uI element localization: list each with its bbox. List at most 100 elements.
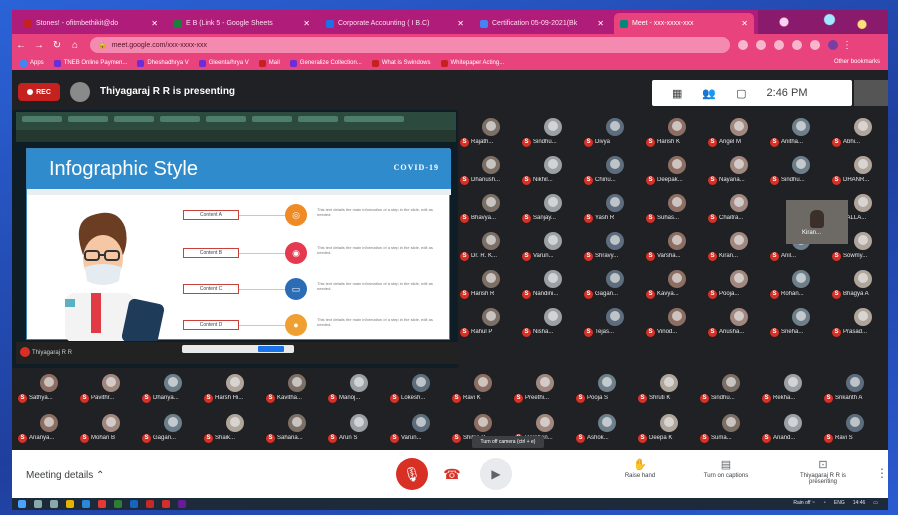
participant-tile[interactable]: S Anitha... (768, 114, 830, 150)
participant-tile[interactable]: S Vinod... (644, 304, 706, 340)
menu-icon[interactable]: ⋮ (838, 40, 856, 51)
participant-tile[interactable]: S Dr. R. K... (458, 228, 520, 264)
participant-tile[interactable]: S Pooja S (574, 370, 636, 406)
participant-tile[interactable]: S Ravi S (822, 410, 884, 446)
extension-icon[interactable] (756, 40, 766, 50)
participant-tile[interactable]: S Nisha... (520, 304, 582, 340)
bookmark-item[interactable]: Dheshadhrya V (137, 59, 189, 67)
tab-sheets[interactable]: E B (Link 5 - Google Sheets ✕ (168, 13, 316, 34)
participant-tile[interactable]: S Tejas... (582, 304, 644, 340)
participant-tile[interactable]: S Srikanth A (822, 370, 884, 406)
participant-tile[interactable]: S Harish K (644, 114, 706, 150)
chrome-icon[interactable] (98, 500, 106, 508)
file-explorer-icon[interactable] (66, 500, 74, 508)
participant-tile[interactable]: S Rahul P (458, 304, 520, 340)
chat-icon[interactable]: ▢ (736, 87, 746, 100)
meeting-details-button[interactable]: Meeting details ⌃ (26, 470, 104, 481)
back-icon[interactable]: ← (12, 40, 30, 51)
participant-tile[interactable]: S Gagan... (140, 410, 202, 446)
participant-tile[interactable]: S Chaitra... (706, 190, 768, 226)
extension-icon[interactable] (792, 40, 802, 50)
participant-tile[interactable]: S Sathya... (16, 370, 78, 406)
participant-tile[interactable]: S Suma... (698, 410, 760, 446)
windows-start-icon[interactable] (18, 500, 26, 508)
leave-call-button[interactable]: ☎ (442, 464, 462, 484)
bookmark-item[interactable]: Mail (258, 59, 280, 67)
participant-tile[interactable]: S DHANR... (830, 152, 888, 188)
participant-tile[interactable]: S Bhagya A (830, 266, 888, 302)
participant-tile[interactable]: S Bhavya... (458, 190, 520, 226)
participant-tile[interactable]: S Angel M (706, 114, 768, 150)
participant-tile[interactable]: S Ananya... (16, 410, 78, 446)
participant-tile[interactable]: S Divya (582, 114, 644, 150)
participant-tile[interactable]: S Rekha... (760, 370, 822, 406)
participant-tile[interactable]: S Anusha... (706, 304, 768, 340)
tab-meet[interactable]: Meet - xxx-xxxx-xxx ✕ (614, 13, 754, 34)
other-bookmarks[interactable]: Other bookmarks (834, 59, 880, 65)
extension-icon[interactable] (810, 40, 820, 50)
bookmark-item[interactable]: Gleenta/hrya V (198, 59, 249, 67)
participant-tile[interactable]: S Nandini... (520, 266, 582, 302)
extension-icon[interactable] (738, 40, 748, 50)
pdf-icon[interactable] (162, 500, 170, 508)
participant-tile[interactable]: S Shravy... (582, 228, 644, 264)
close-icon[interactable]: ✕ (741, 19, 748, 28)
more-options-icon[interactable]: ⋮ (876, 466, 888, 480)
word-icon[interactable] (130, 500, 138, 508)
home-icon[interactable]: ⌂ (66, 40, 84, 51)
bookmark-apps[interactable]: Apps (20, 59, 44, 67)
close-icon[interactable]: ✕ (151, 19, 158, 28)
tab-docs[interactable]: Corporate Accounting ( I B.C) ✕ (320, 13, 470, 34)
microphone-toggle-button[interactable]: 🎙 (396, 458, 428, 490)
participant-tile[interactable]: S Deepak... (644, 152, 706, 188)
language-indicator[interactable]: ENG (834, 500, 845, 506)
participant-tile[interactable]: S Suhas... (644, 190, 706, 226)
participant-tile[interactable]: S Chinu... (582, 152, 644, 188)
participant-tile[interactable]: S Arun S (326, 410, 388, 446)
participant-tile[interactable]: S Sahana... (264, 410, 326, 446)
participant-tile[interactable]: S Mohan B (78, 410, 140, 446)
participant-tile[interactable]: S Anand... (760, 410, 822, 446)
participant-tile[interactable]: S Varun... (388, 410, 450, 446)
participant-tile-camera[interactable]: Kiran... (786, 200, 848, 244)
edge-icon[interactable] (82, 500, 90, 508)
excel-icon[interactable] (114, 500, 122, 508)
close-icon[interactable]: ✕ (597, 19, 604, 28)
present-button[interactable]: ⊡ Thiyagaraj R R is presenting (788, 458, 858, 485)
participant-tile[interactable]: S Lokesh... (388, 370, 450, 406)
participant-tile[interactable]: S Deepa K (636, 410, 698, 446)
close-icon[interactable]: ✕ (303, 19, 310, 28)
participant-tile[interactable]: S Varsha... (644, 228, 706, 264)
close-icon[interactable]: ✕ (457, 19, 464, 28)
participant-tile[interactable]: S Varun... (520, 228, 582, 264)
participant-tile[interactable]: S Preethi... (512, 370, 574, 406)
search-icon[interactable] (34, 500, 42, 508)
bookmark-item[interactable]: What is Swindows (371, 59, 431, 67)
participant-tile[interactable]: S Kavya... (644, 266, 706, 302)
tab-certification[interactable]: Certification 05-09-2021(Bk ✕ (474, 13, 610, 34)
profile-avatar[interactable] (828, 40, 838, 50)
participant-tile[interactable]: S Nikhil... (520, 152, 582, 188)
participant-tile[interactable]: S Gagan... (582, 266, 644, 302)
participant-tile[interactable]: S Pooja... (706, 266, 768, 302)
task-view-icon[interactable] (50, 500, 58, 508)
raise-hand-button[interactable]: ✋ Raise hand (616, 458, 664, 479)
participant-tile[interactable]: S Sindhu... (520, 114, 582, 150)
participant-tile[interactable]: S Nayana... (706, 152, 768, 188)
participant-tile[interactable]: S Kiran... (706, 228, 768, 264)
network-icon[interactable]: ◔ (823, 500, 826, 506)
participant-tile[interactable]: S Dhanush... (458, 152, 520, 188)
participant-tile[interactable]: S Sanjay... (520, 190, 582, 226)
people-icon[interactable]: 👥 (702, 87, 716, 100)
grid-layout-icon[interactable]: ▦ (672, 87, 682, 100)
captions-button[interactable]: ▤ Turn on captions (692, 458, 760, 479)
participant-tile[interactable]: S Pavithr... (78, 370, 140, 406)
camera-toggle-button[interactable]: ▶ (480, 458, 512, 490)
app-icon[interactable] (178, 500, 186, 508)
participant-tile[interactable]: S Ravi K (450, 370, 512, 406)
participant-tile[interactable]: S Yash R (582, 190, 644, 226)
forward-icon[interactable]: → (30, 40, 48, 51)
participant-tile[interactable]: S Kavitha... (264, 370, 326, 406)
reload-icon[interactable]: ↻ (48, 40, 66, 51)
participant-tile[interactable]: S Shruti K (636, 370, 698, 406)
